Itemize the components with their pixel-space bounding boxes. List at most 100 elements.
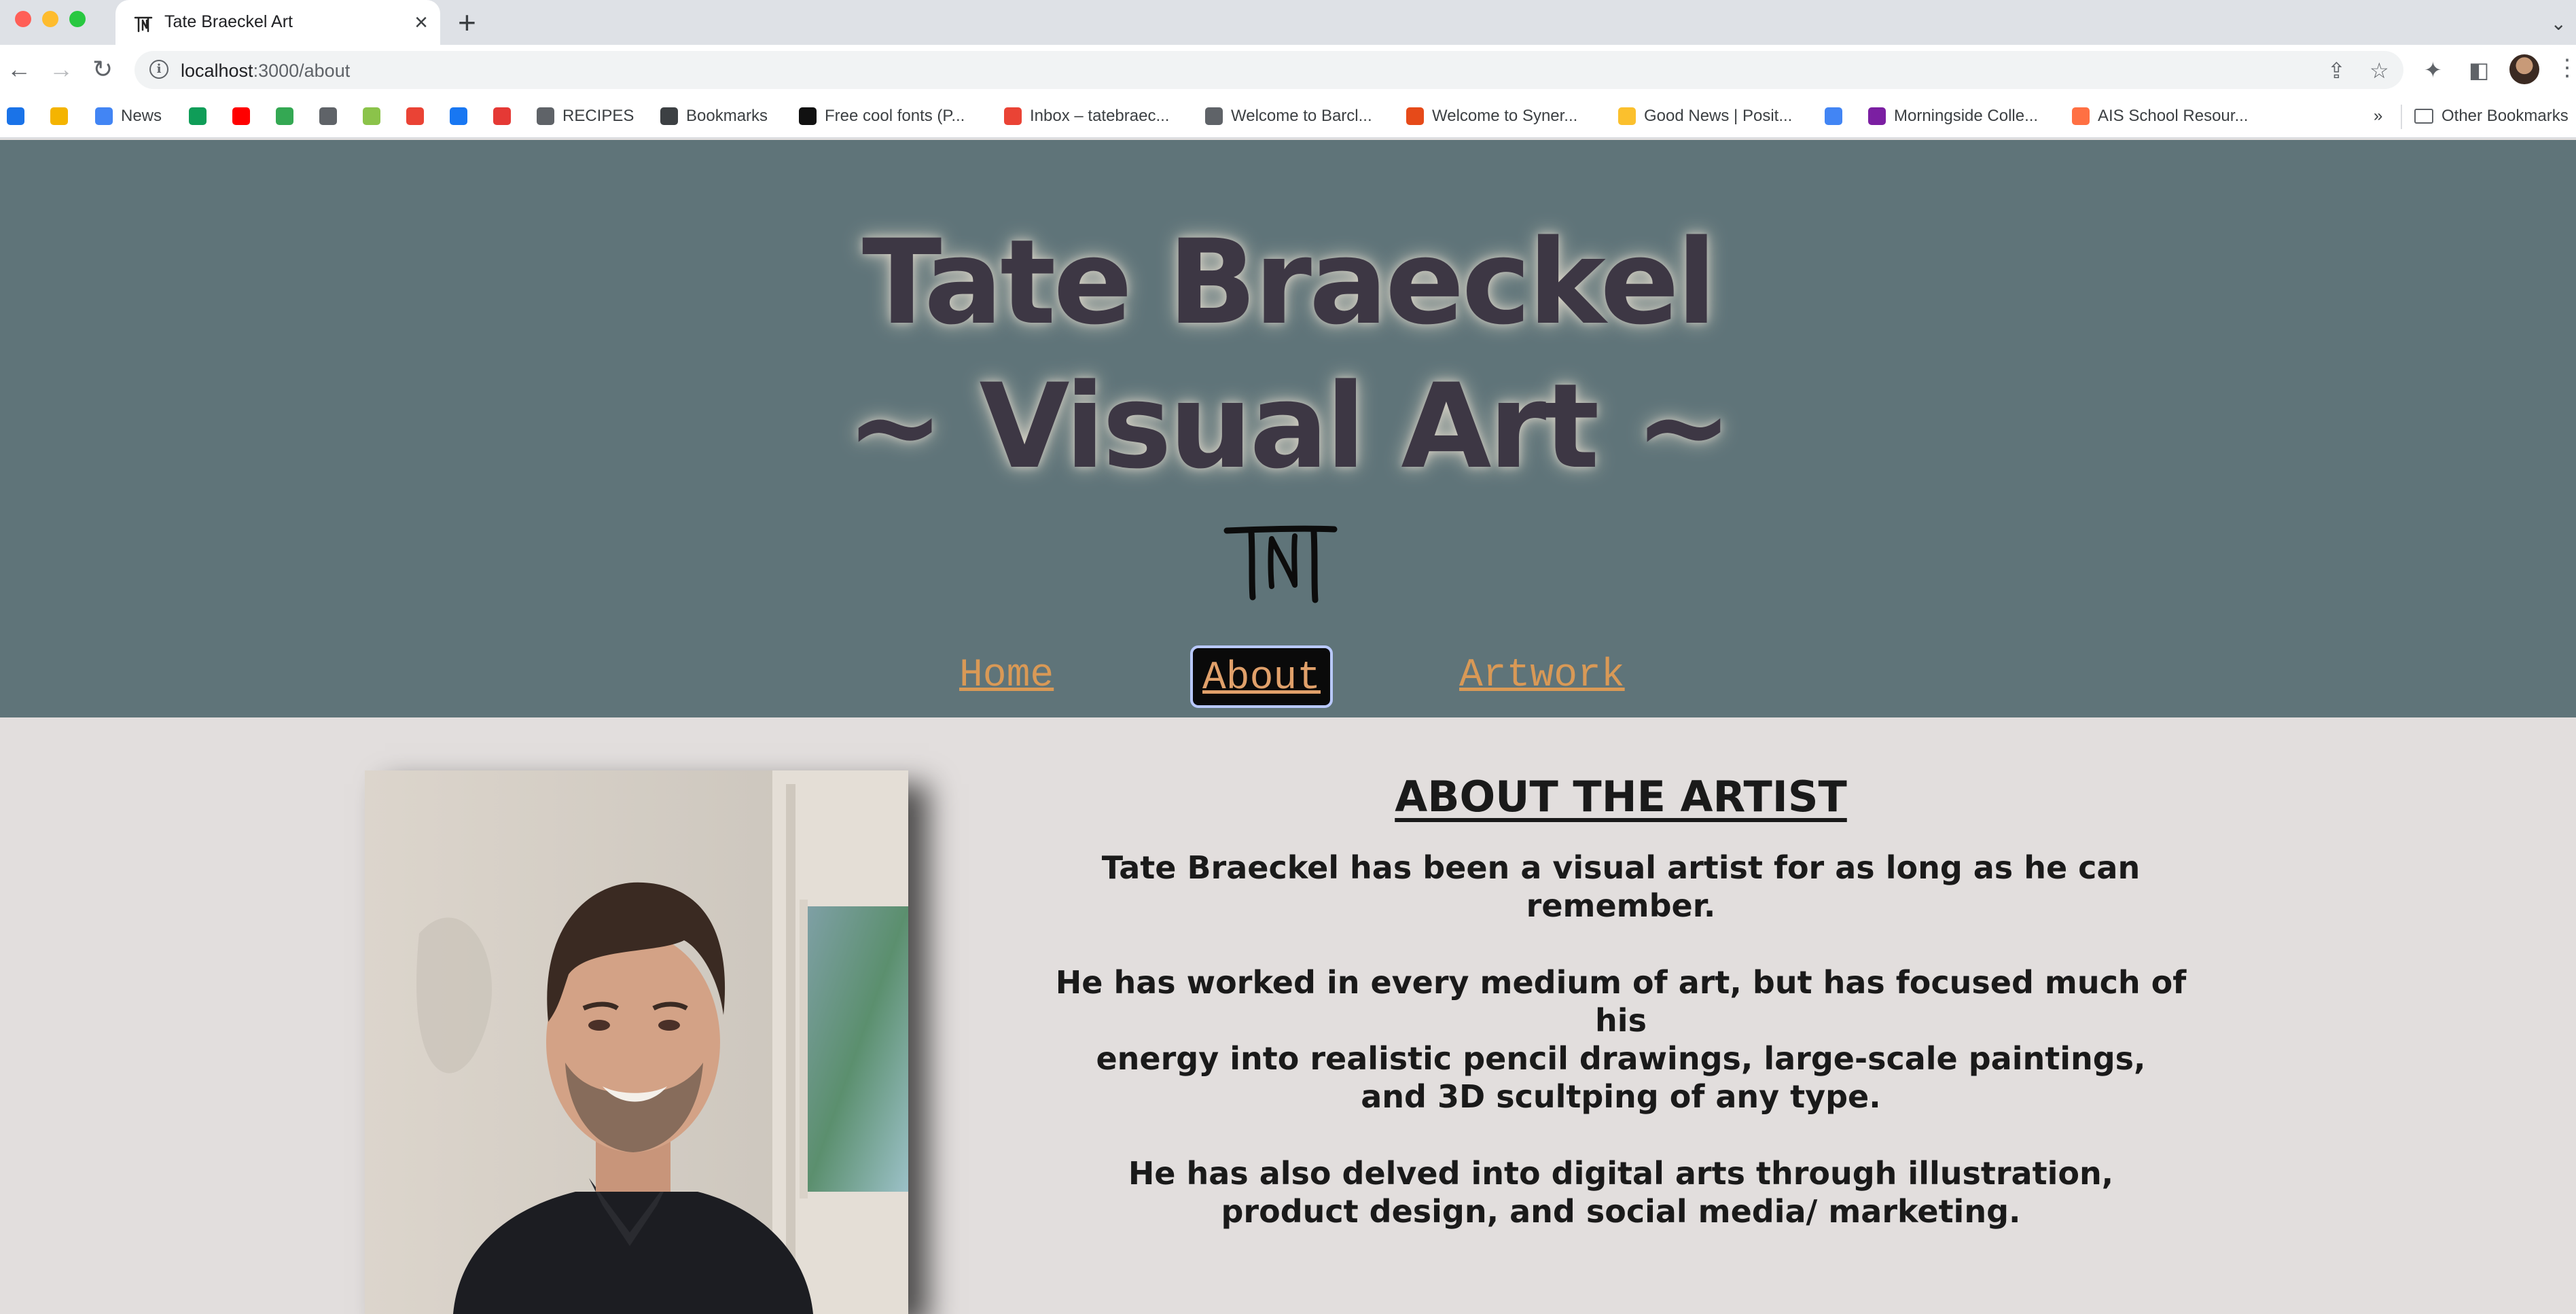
tab-search-chevron-icon[interactable]: ⌄ xyxy=(2551,12,2566,35)
bookmark-item[interactable] xyxy=(493,102,511,130)
minimize-window-button[interactable] xyxy=(42,11,58,27)
bookmark-favicon-icon xyxy=(276,107,293,125)
bookmark-item[interactable] xyxy=(50,102,68,130)
artist-photo xyxy=(365,770,908,1314)
share-icon[interactable]: ⇪ xyxy=(2327,58,2346,84)
tnt-favicon-icon xyxy=(134,16,153,33)
bookmark-item[interactable]: Free cool fonts (P... xyxy=(799,102,965,130)
about-paragraph-2: He has worked in every medium of art, bu… xyxy=(1033,963,2209,1116)
about-paragraph-2-line-1: He has worked in every medium of art, bu… xyxy=(1055,964,2187,1039)
bookmark-item[interactable]: Welcome to Barcl... xyxy=(1205,102,1372,130)
about-paragraph-3-line-2: product design, and social media/ market… xyxy=(1221,1193,2021,1230)
bookmark-star-icon[interactable]: ☆ xyxy=(2369,58,2389,84)
main-nav: Home About Artwork xyxy=(0,643,2576,711)
browser-toolbar: ← → ↻ i localhost:3000/about ⇪ ☆ ✦ ◧ ⋮ xyxy=(0,45,2576,95)
bookmark-label: News xyxy=(121,107,162,125)
browser-tab-strip: Tate Braeckel Art × + ⌄ xyxy=(0,0,2576,46)
bookmark-label: Welcome to Syner... xyxy=(1432,107,1578,125)
back-arrow-icon[interactable]: ← xyxy=(7,54,31,84)
bookmark-favicon-icon xyxy=(537,107,554,125)
bookmark-favicon-icon xyxy=(1868,107,1886,125)
bookmark-label: RECIPES xyxy=(562,107,634,125)
forward-arrow-icon[interactable]: → xyxy=(49,54,73,84)
maximize-window-button[interactable] xyxy=(69,11,86,27)
nav-artwork-link[interactable]: Artwork xyxy=(1459,652,1625,700)
site-info-icon[interactable]: i xyxy=(149,60,168,79)
bookmark-label: Bookmarks xyxy=(686,107,768,125)
bookmark-item[interactable] xyxy=(319,102,337,130)
more-bookmarks-button[interactable]: » xyxy=(2374,102,2382,130)
tab-close-icon[interactable]: × xyxy=(414,9,428,36)
nav-about-link[interactable]: About xyxy=(1190,645,1334,708)
bookmark-favicon-icon xyxy=(450,107,467,125)
bookmark-label: Welcome to Barcl... xyxy=(1231,107,1372,125)
bookmark-item[interactable] xyxy=(406,102,424,130)
about-heading: ABOUT THE ARTIST xyxy=(1395,772,1847,821)
bookmark-favicon-icon xyxy=(406,107,424,125)
bookmark-item[interactable] xyxy=(450,102,467,130)
bookmark-favicon-icon xyxy=(1825,107,1842,125)
bookmark-favicon-icon xyxy=(660,107,678,125)
profile-avatar[interactable] xyxy=(2509,54,2539,84)
other-bookmarks-folder[interactable]: Other Bookmarks xyxy=(2414,102,2569,130)
bookmark-label: Morningside Colle... xyxy=(1894,107,2039,125)
bookmark-item[interactable]: Morningside Colle... xyxy=(1868,102,2038,130)
bookmark-item[interactable] xyxy=(363,102,380,130)
browser-tab[interactable]: Tate Braeckel Art × xyxy=(115,0,440,46)
about-section: ABOUT THE ARTIST Tate Braeckel has been … xyxy=(0,717,2576,1314)
about-paragraph-3: He has also delved into digital arts thr… xyxy=(1033,1154,2209,1230)
bookmark-favicon-icon xyxy=(1205,107,1223,125)
nav-home-link[interactable]: Home xyxy=(959,652,1054,700)
bookmark-favicon-icon xyxy=(1004,107,1022,125)
about-paragraph-2-line-2: energy into realistic pencil drawings, l… xyxy=(1096,1040,2146,1077)
bookmark-favicon-icon xyxy=(493,107,511,125)
extensions-puzzle-icon[interactable]: ✦ xyxy=(2424,57,2442,83)
site-title: Tate Braeckel ~ Visual Art ~ xyxy=(0,211,2576,499)
site-header: Tate Braeckel ~ Visual Art ~ Home About … xyxy=(0,140,2576,717)
about-paragraph-2-line-3: and 3D scultping of any type. xyxy=(1361,1078,1881,1115)
bookmark-item[interactable] xyxy=(1825,102,1842,130)
site-title-line-2: ~ Visual Art ~ xyxy=(846,358,1733,495)
about-paragraph-1: Tate Braeckel has been a visual artist f… xyxy=(1033,849,2209,925)
browser-menu-icon[interactable]: ⋮ xyxy=(2556,53,2576,83)
bookmark-favicon-icon xyxy=(1618,107,1636,125)
bookmark-item[interactable] xyxy=(276,102,293,130)
tnt-logo-icon xyxy=(1223,525,1338,603)
bookmark-favicon-icon xyxy=(799,107,817,125)
close-window-button[interactable] xyxy=(15,11,31,27)
bookmark-item[interactable]: News xyxy=(95,102,162,130)
bookmark-favicon-icon xyxy=(7,107,24,125)
folder-icon xyxy=(2414,109,2433,124)
tab-title: Tate Braeckel Art xyxy=(164,12,293,31)
bookmark-favicon-icon xyxy=(363,107,380,125)
bookmark-item[interactable] xyxy=(232,102,250,130)
url-text[interactable]: localhost:3000/about xyxy=(181,60,350,82)
bookmark-item[interactable]: Good News | Posit... xyxy=(1618,102,1792,130)
bookmark-item[interactable]: RECIPES xyxy=(537,102,634,130)
new-tab-button[interactable]: + xyxy=(458,4,476,41)
bookmarks-divider xyxy=(2401,105,2402,129)
other-bookmarks-label: Other Bookmarks xyxy=(2441,107,2569,125)
site-title-line-1: Tate Braeckel xyxy=(862,214,1717,351)
bookmark-label: AIS School Resour... xyxy=(2098,107,2249,125)
bookmark-favicon-icon xyxy=(1406,107,1424,125)
bookmark-item[interactable]: Inbox – tatebraec... xyxy=(1004,102,1169,130)
bookmark-favicon-icon xyxy=(50,107,68,125)
bookmark-item[interactable] xyxy=(189,102,207,130)
about-paragraph-3-line-1: He has also delved into digital arts thr… xyxy=(1128,1155,2114,1192)
bookmark-favicon-icon xyxy=(2072,107,2090,125)
bookmark-favicon-icon xyxy=(95,107,113,125)
bookmark-favicon-icon xyxy=(319,107,337,125)
bookmark-label: Free cool fonts (P... xyxy=(825,107,965,125)
side-panel-icon[interactable]: ◧ xyxy=(2469,57,2489,83)
bookmark-item[interactable]: Bookmarks xyxy=(660,102,768,130)
bookmark-item[interactable]: Welcome to Syner... xyxy=(1406,102,1577,130)
bookmark-label: Inbox – tatebraec... xyxy=(1030,107,1170,125)
bookmarks-bar: News RECIPES Bookmarks Free cool fonts (P..… xyxy=(0,95,2576,139)
reload-icon[interactable]: ↻ xyxy=(92,54,113,84)
bookmark-item[interactable]: AIS School Resour... xyxy=(2072,102,2248,130)
address-bar[interactable]: i localhost:3000/about ⇪ ☆ xyxy=(135,51,2403,89)
bookmark-item[interactable] xyxy=(7,102,24,130)
bookmark-favicon-icon xyxy=(232,107,250,125)
bookmark-label: Good News | Posit... xyxy=(1644,107,1793,125)
